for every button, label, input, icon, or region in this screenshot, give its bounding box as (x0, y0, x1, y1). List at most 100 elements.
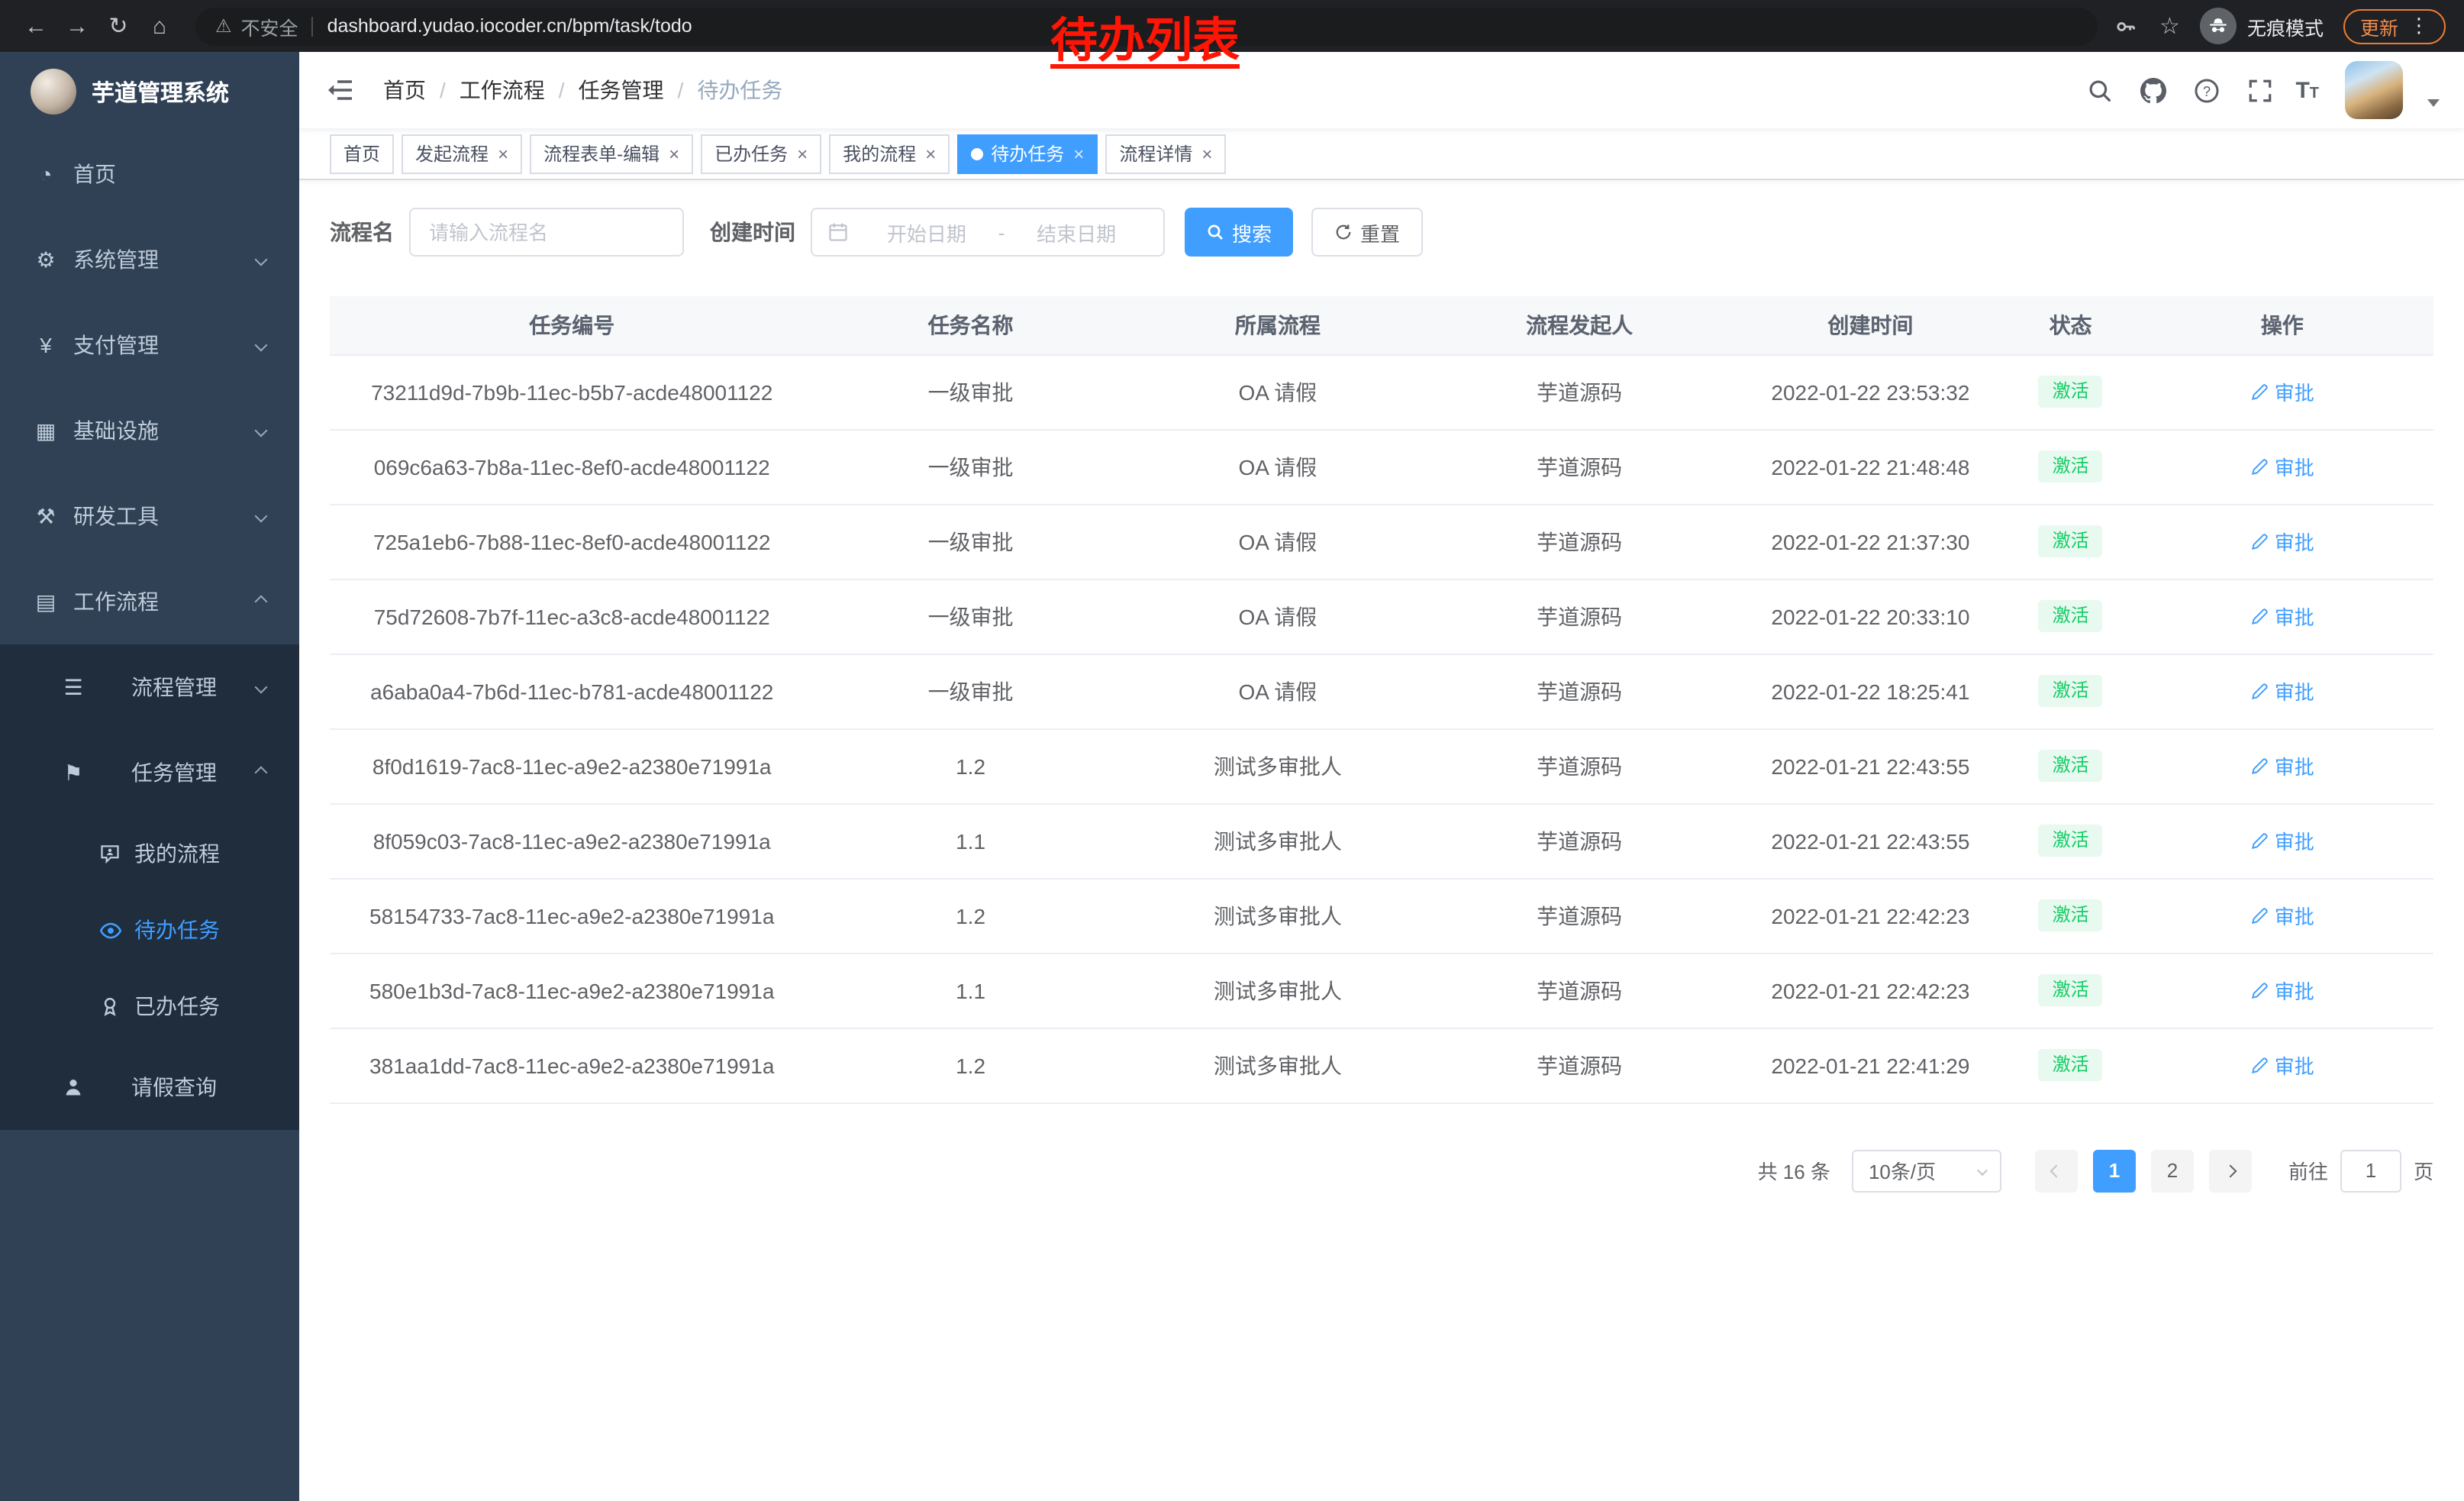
close-icon[interactable]: × (1073, 144, 1084, 163)
create-time-cell: 2022-01-21 22:42:23 (1730, 878, 2010, 953)
edit-icon (2250, 757, 2269, 775)
approve-link[interactable]: 审批 (2250, 527, 2314, 556)
flag-icon: ⚑ (58, 760, 89, 786)
process-name-input[interactable] (409, 208, 684, 257)
breadcrumb-home[interactable]: 首页 (383, 75, 426, 105)
approve-link[interactable]: 审批 (2250, 751, 2314, 780)
bookmark-star-icon[interactable]: ☆ (2159, 12, 2180, 40)
edit-icon (2250, 981, 2269, 999)
sidebar-item-my-process[interactable]: 我的流程 (0, 815, 299, 892)
tab-home[interactable]: 首页 (330, 134, 394, 173)
search-icon[interactable] (2082, 72, 2118, 108)
starter-cell: 芋道源码 (1428, 654, 1730, 728)
sidebar-item-todo-tasks[interactable]: 待办任务 (0, 892, 299, 968)
update-button[interactable]: 更新 ⋮ (2343, 8, 2446, 44)
font-size-icon[interactable]: TT (2295, 77, 2319, 103)
task-id-cell: 58154733-7ac8-11ec-a9e2-a2380e71991a (330, 878, 814, 953)
table-row: 8f0d1619-7ac8-11ec-a9e2-a2380e71991a 1.2… (330, 728, 2433, 803)
approve-link[interactable]: 审批 (2250, 452, 2314, 481)
tags-view-bar: 首页 发起流程 × 流程表单-编辑 × 已办任务 × (299, 128, 2464, 180)
sidebar-item-label: 流程管理 (131, 672, 217, 702)
approve-link-label: 审批 (2275, 751, 2314, 780)
back-icon[interactable]: ← (15, 5, 56, 47)
breadcrumb-workflow[interactable]: 工作流程 (460, 75, 545, 105)
chevron-up-icon (255, 596, 268, 608)
avatar[interactable] (2345, 61, 2403, 119)
key-icon[interactable] (2112, 5, 2140, 47)
forward-icon[interactable]: → (56, 5, 98, 47)
chevron-down-icon (255, 681, 268, 694)
incognito-badge[interactable]: 无痕模式 (2200, 8, 2324, 44)
tab-todo-tasks[interactable]: 待办任务 × (957, 134, 1098, 173)
page-unit-label: 页 (2414, 1156, 2433, 1185)
sidebar-item-done-tasks[interactable]: 已办任务 (0, 968, 299, 1044)
navbar-right-cluster: ? TT (2082, 61, 2440, 119)
status-cell: 激活 (2011, 1028, 2131, 1102)
page-button-2[interactable]: 2 (2151, 1149, 2194, 1192)
tab-process-form-edit[interactable]: 流程表单-编辑 × (530, 134, 693, 173)
medal-icon (95, 996, 125, 1017)
refresh-icon[interactable]: ↻ (98, 5, 139, 47)
sidebar-item-devtools[interactable]: ⚒ 研发工具 (0, 473, 299, 559)
operation-cell: 审批 (2131, 803, 2433, 878)
briefcase-icon: ▤ (31, 589, 61, 615)
goto-page-input[interactable] (2340, 1149, 2401, 1192)
close-icon[interactable]: × (925, 144, 936, 163)
close-icon[interactable]: × (669, 144, 679, 163)
fullscreen-icon[interactable] (2242, 72, 2279, 108)
next-page-button[interactable] (2209, 1149, 2252, 1192)
close-icon[interactable]: × (498, 144, 508, 163)
sidebar-item-infrastructure[interactable]: ▦ 基础设施 (0, 388, 299, 473)
more-menu-icon[interactable]: ⋮ (2409, 14, 2429, 38)
close-icon[interactable]: × (1201, 144, 1212, 163)
hamburger-icon[interactable] (322, 72, 359, 108)
sidebar-item-task-management[interactable]: ⚑ 任务管理 (0, 730, 299, 815)
chat-icon (95, 843, 125, 864)
sidebar: 芋道管理系统 ◔ 首页 ⚙ 系统管理 ¥ 支付管理 ▦ 基础设施 (0, 52, 299, 1501)
approve-link[interactable]: 审批 (2250, 377, 2314, 406)
sidebar-item-label: 研发工具 (73, 501, 159, 531)
status-cell: 激活 (2011, 579, 2131, 654)
caret-down-icon[interactable] (2427, 98, 2440, 106)
breadcrumb-task-management[interactable]: 任务管理 (579, 75, 664, 105)
sidebar-item-process-management[interactable]: ☰ 流程管理 (0, 644, 299, 730)
approve-link[interactable]: 审批 (2250, 602, 2314, 631)
github-icon[interactable] (2135, 72, 2172, 108)
prev-page-button[interactable] (2035, 1149, 2078, 1192)
page-size-value: 10条/页 (1869, 1156, 1936, 1185)
table-header: 任务编号任务名称所属流程流程发起人创建时间状态操作 (330, 296, 2433, 354)
chevron-down-icon (1977, 1165, 1988, 1176)
approve-link[interactable]: 审批 (2250, 976, 2314, 1005)
status-badge: 激活 (2039, 450, 2103, 483)
tab-my-process[interactable]: 我的流程 × (829, 134, 950, 173)
reset-button[interactable]: 重置 (1311, 208, 1423, 257)
task-id-cell: a6aba0a4-7b6d-11ec-b781-acde48001122 (330, 654, 814, 728)
approve-link[interactable]: 审批 (2250, 676, 2314, 705)
page-button-1[interactable]: 1 (2093, 1149, 2136, 1192)
sidebar-item-workflow[interactable]: ▤ 工作流程 (0, 559, 299, 644)
sidebar-item-home[interactable]: ◔ 首页 (0, 131, 299, 217)
approve-link[interactable]: 审批 (2250, 826, 2314, 855)
approve-link[interactable]: 审批 (2250, 1051, 2314, 1080)
sidebar-item-system-management[interactable]: ⚙ 系统管理 (0, 217, 299, 302)
tab-process-detail[interactable]: 流程详情 × (1105, 134, 1226, 173)
task-id-cell: 8f059c03-7ac8-11ec-a9e2-a2380e71991a (330, 803, 814, 878)
operation-cell: 审批 (2131, 953, 2433, 1028)
tab-done-tasks[interactable]: 已办任务 × (701, 134, 821, 173)
tab-start-process[interactable]: 发起流程 × (402, 134, 522, 173)
logo-avatar (31, 69, 76, 115)
create-time-cell: 2022-01-22 20:33:10 (1730, 579, 2010, 654)
breadcrumb-separator: / (559, 78, 565, 102)
close-icon[interactable]: × (797, 144, 808, 163)
operation-cell: 审批 (2131, 1028, 2433, 1102)
page-size-select[interactable]: 10条/页 (1852, 1149, 2001, 1192)
search-button[interactable]: 搜索 (1185, 208, 1293, 257)
sidebar-item-payment-management[interactable]: ¥ 支付管理 (0, 302, 299, 388)
home-icon[interactable]: ⌂ (139, 5, 180, 47)
column-header: 创建时间 (1730, 296, 2010, 354)
sidebar-item-leave-query[interactable]: 请假查询 (0, 1044, 299, 1130)
approve-link[interactable]: 审批 (2250, 901, 2314, 930)
help-icon[interactable]: ? (2188, 72, 2225, 108)
table-row: a6aba0a4-7b6d-11ec-b781-acde48001122 一级审… (330, 654, 2433, 728)
date-range-picker[interactable]: 开始日期 - 结束日期 (811, 208, 1165, 257)
